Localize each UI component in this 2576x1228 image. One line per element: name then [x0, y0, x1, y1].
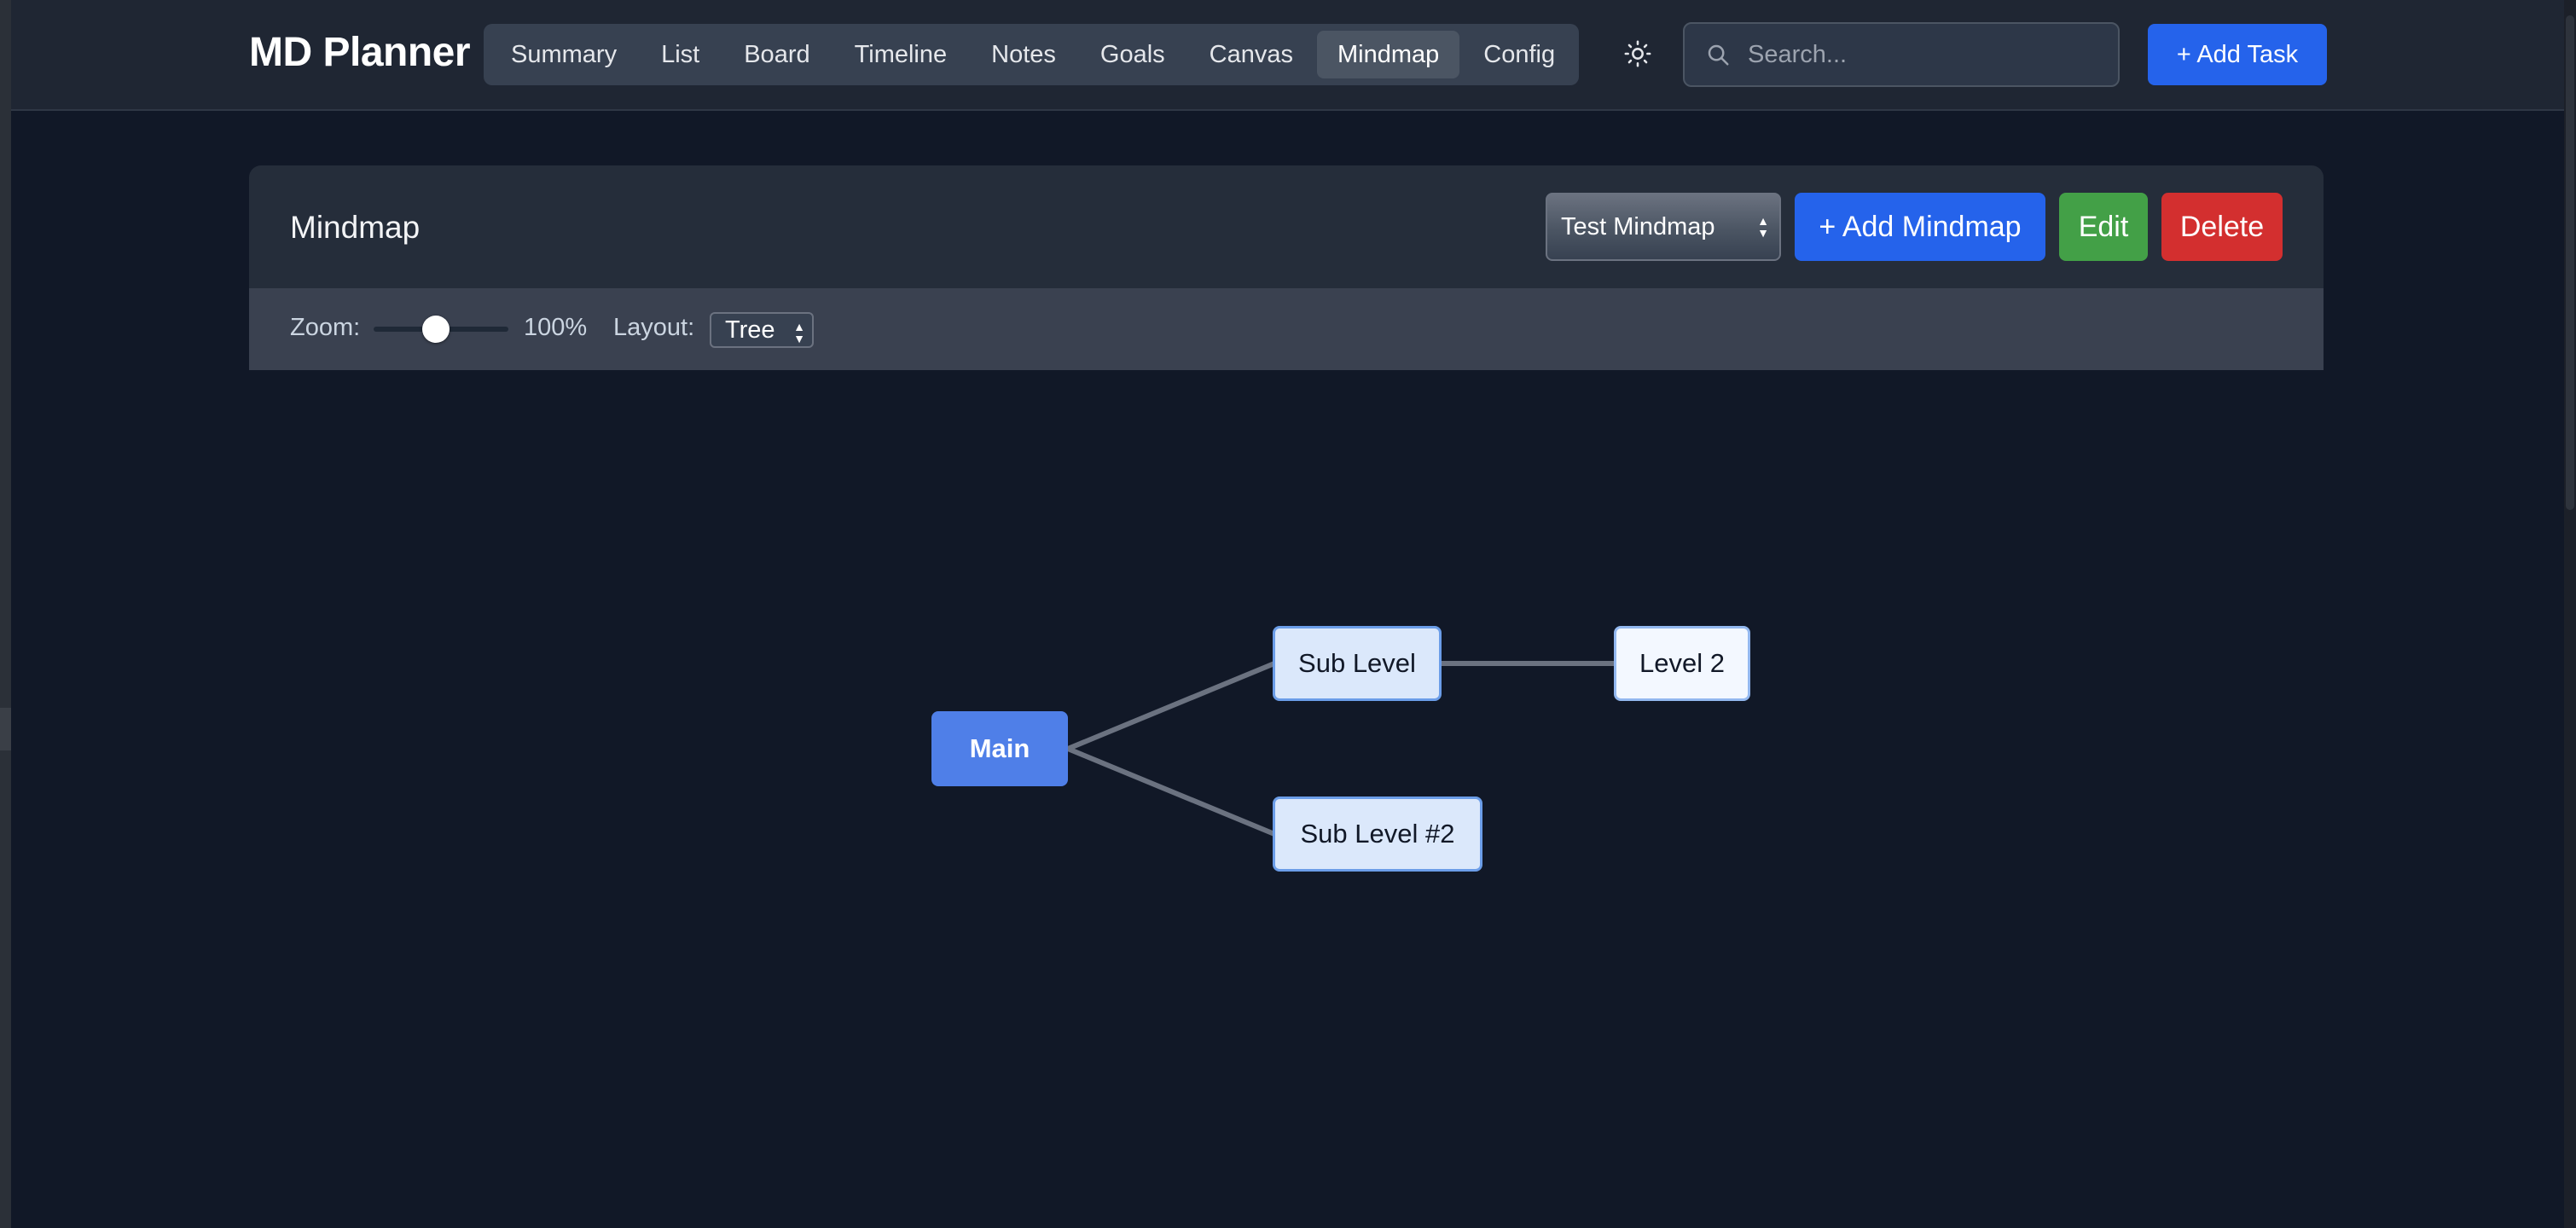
app-title: MD Planner [249, 30, 471, 75]
add-mindmap-button[interactable]: + Add Mindmap [1795, 193, 2045, 261]
tab-canvas[interactable]: Canvas [1189, 31, 1314, 78]
main-nav: Summary List Board Timeline Notes Goals … [484, 24, 1579, 85]
zoom-value: 100% [524, 314, 588, 341]
search-box[interactable] [1683, 22, 2120, 87]
mindmap-canvas[interactable]: Main Sub Level Sub Level #2 Level 2 [249, 370, 2324, 1228]
tab-config[interactable]: Config [1463, 31, 1575, 78]
mindmap-select[interactable]: Test Mindmap ▲ ▼ [1546, 193, 1781, 261]
connector-main-sub1 [1066, 661, 1276, 751]
tab-timeline[interactable]: Timeline [834, 31, 968, 78]
window-left-handle [0, 708, 11, 750]
search-icon [1708, 44, 1729, 66]
mindmap-toolbar: Zoom: 100% Layout: Tree ▲ ▼ [249, 288, 2324, 370]
window-left-edge [0, 0, 11, 1228]
tab-summary[interactable]: Summary [490, 31, 637, 78]
search-input[interactable] [1748, 40, 2106, 69]
node-sub-level-2[interactable]: Sub Level #2 [1273, 796, 1482, 872]
select-arrows-icon: ▲ ▼ [793, 320, 805, 345]
vertical-scrollbar[interactable] [2564, 0, 2576, 1228]
tab-mindmap[interactable]: Mindmap [1316, 31, 1460, 78]
layout-label: Layout: [613, 314, 695, 341]
mindmap-select-value: Test Mindmap [1561, 212, 1715, 240]
tab-list[interactable]: List [641, 31, 720, 78]
tab-goals[interactable]: Goals [1080, 31, 1186, 78]
layout-select-value: Tree [725, 316, 775, 344]
mindmap-panel: Mindmap Test Mindmap ▲ ▼ + Add Mindmap Ed… [249, 165, 2324, 370]
node-level-2[interactable]: Level 2 [1614, 626, 1750, 701]
layout-select[interactable]: Tree ▲ ▼ [710, 312, 814, 348]
node-sub-level[interactable]: Sub Level [1273, 626, 1442, 701]
app-header: MD Planner Summary List Board Timeline N… [11, 0, 2564, 111]
panel-title: Mindmap [290, 210, 421, 245]
tab-board[interactable]: Board [723, 31, 830, 78]
theme-toggle-button[interactable] [1616, 32, 1659, 75]
edit-button[interactable]: Edit [2059, 193, 2148, 261]
scrollbar-thumb[interactable] [2566, 15, 2574, 510]
select-arrows-icon: ▲ ▼ [1757, 214, 1769, 240]
zoom-label: Zoom: [290, 314, 361, 341]
sun-icon [1624, 40, 1651, 67]
add-task-button[interactable]: + Add Task [2148, 24, 2327, 85]
tab-notes[interactable]: Notes [971, 31, 1076, 78]
node-main[interactable]: Main [931, 711, 1068, 786]
delete-button[interactable]: Delete [2161, 193, 2283, 261]
zoom-slider-thumb[interactable] [421, 316, 450, 343]
connector-main-sub2 [1066, 746, 1276, 837]
